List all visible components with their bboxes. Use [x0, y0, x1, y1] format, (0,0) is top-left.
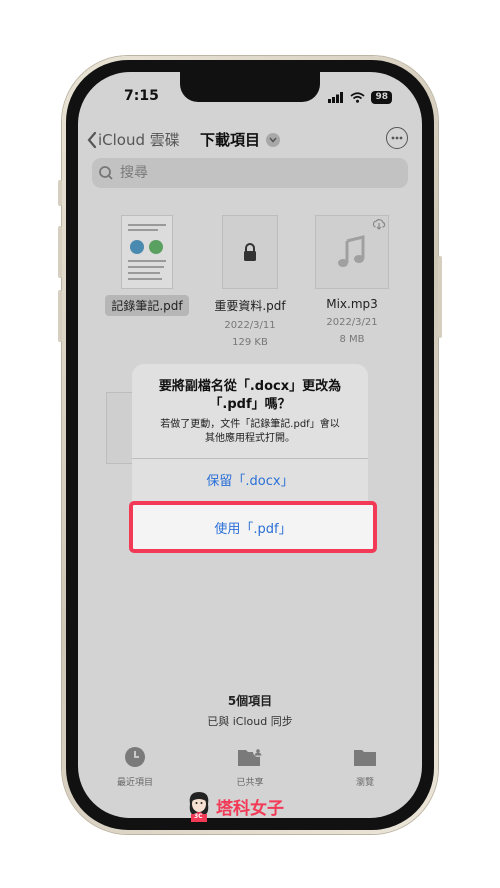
- chevron-down-icon: [266, 132, 281, 147]
- file-name: 記錄筆記.pdf: [105, 295, 189, 316]
- navigation-bar: iCloud 雲碟 下載項目: [78, 124, 422, 154]
- file-size: 129 KB: [232, 337, 268, 348]
- tab-shared[interactable]: 已共享: [210, 746, 290, 788]
- audio-thumbnail: [315, 215, 389, 289]
- tab-label: 瀏覽: [355, 778, 374, 788]
- watermark-badge: 3C: [194, 813, 203, 820]
- keep-docx-button[interactable]: 保留「.docx」: [132, 458, 368, 499]
- file-date: 2022/3/21: [326, 317, 378, 328]
- search-icon: [99, 166, 113, 180]
- item-count: 5個項目: [227, 694, 273, 708]
- file-item-notes[interactable]: 記錄筆記.pdf: [92, 215, 202, 316]
- status-time: 7:15: [124, 88, 159, 104]
- back-button[interactable]: iCloud 雲碟: [86, 129, 180, 150]
- more-options-button[interactable]: [386, 127, 408, 149]
- tab-label: 已共享: [236, 778, 264, 788]
- folder-icon: [354, 750, 376, 766]
- alert-title-line1: 要將副檔名從「.docx」更改為: [158, 379, 342, 394]
- pdf-thumbnail: [121, 215, 173, 289]
- signal-icon: [328, 92, 344, 103]
- alert-message-line2: 其他應用程式打開。: [205, 433, 295, 444]
- file-item-important[interactable]: 重要資料.pdf 2022/3/11 129 KB: [195, 215, 305, 350]
- notch: [180, 72, 320, 102]
- page-title-menu[interactable]: 下載項目: [200, 129, 281, 150]
- locked-pdf-thumbnail: [222, 215, 278, 289]
- tab-recents[interactable]: 最近項目: [95, 746, 175, 788]
- back-label: iCloud 雲碟: [98, 131, 180, 149]
- mute-switch: [58, 180, 62, 206]
- screen: 7:15 98 iCloud 雲碟 下載項目 搜尋 記錄筆記.pdf 重要資料.…: [78, 72, 422, 818]
- shared-folder-icon: [238, 747, 263, 766]
- keep-docx-label: 保留「.docx」: [206, 473, 294, 489]
- sync-status: 已與 iCloud 同步: [207, 715, 293, 728]
- clock-icon: [125, 747, 145, 767]
- battery-icon: 98: [371, 91, 392, 104]
- status-icons: 98: [328, 91, 392, 104]
- use-pdf-button[interactable]: 使用「.pdf」: [129, 501, 377, 553]
- watermark-text: 塔科女子: [216, 798, 284, 819]
- watermark: 3C 塔科女子: [186, 790, 284, 822]
- power-button: [438, 256, 442, 338]
- alert-message-line1: 若做了更動，文件「記錄筆記.pdf」會以: [160, 419, 340, 430]
- alert-message: 若做了更動，文件「記錄筆記.pdf」會以 其他應用程式打開。: [132, 414, 368, 458]
- page-title: 下載項目: [200, 131, 261, 149]
- file-item-mix[interactable]: Mix.mp3 2022/3/21 8 MB: [297, 215, 407, 347]
- music-note-icon: [338, 235, 365, 267]
- search-input[interactable]: [118, 164, 382, 182]
- wifi-icon: [350, 92, 366, 103]
- use-pdf-label: 使用「.pdf」: [214, 521, 292, 537]
- search-bar[interactable]: [92, 158, 408, 188]
- alert-title-line2: 「.pdf」嗎？: [209, 397, 291, 412]
- volume-up-button: [58, 226, 62, 278]
- tab-browse[interactable]: 瀏覽: [325, 746, 405, 788]
- volume-down-button: [58, 290, 62, 342]
- ellipsis-icon: [391, 136, 403, 140]
- lock-icon: [244, 243, 256, 261]
- file-name: 重要資料.pdf: [214, 299, 286, 313]
- file-date: 2022/3/11: [224, 320, 276, 331]
- chevron-left-icon: [87, 131, 97, 148]
- file-name: Mix.mp3: [326, 297, 378, 311]
- alert-title: 要將副檔名從「.docx」更改為 「.pdf」嗎？: [132, 364, 368, 414]
- file-size: 8 MB: [339, 334, 365, 345]
- tab-label: 最近項目: [116, 778, 153, 788]
- cloud-download-icon: [372, 219, 386, 230]
